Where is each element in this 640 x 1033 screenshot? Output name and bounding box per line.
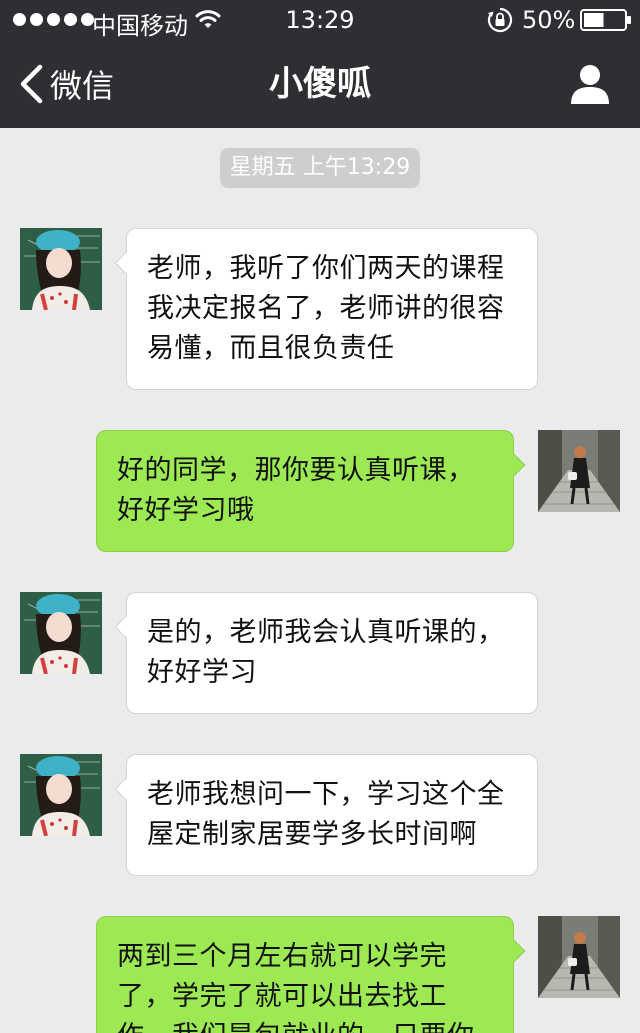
back-label: 微信 bbox=[50, 67, 115, 105]
message-bubble-incoming[interactable]: 老师，我听了你们两天的课程我决定报名了，老师讲的很容易懂，而且很负责任 bbox=[114, 228, 538, 390]
my-avatar[interactable] bbox=[538, 916, 620, 998]
message-text: 好的同学，那你要认真听课，好好学习哦 bbox=[117, 455, 475, 526]
status-bar: 中国移动 13:29 50% bbox=[0, 0, 640, 40]
battery-percent: 50% bbox=[522, 6, 576, 34]
message-bubble-outgoing[interactable]: 两到三个月左右就可以学完了，学完了就可以出去找工作，我们是包就业的，只要你 bbox=[96, 916, 526, 1033]
back-button[interactable]: 微信 bbox=[18, 62, 114, 106]
message-list[interactable]: 星期五 上午13:29 老师，我听了你们两天的课程我决定报名了，老师讲的很容易懂… bbox=[0, 128, 640, 1033]
person-icon[interactable] bbox=[566, 62, 614, 106]
nav-bar: 微信 小傻呱 bbox=[0, 40, 640, 128]
message-bubble-incoming[interactable]: 是的，老师我会认真听课的，好好学习 bbox=[114, 592, 538, 714]
message-text: 两到三个月左右就可以学完了，学完了就可以出去找工作，我们是包就业的，只要你 bbox=[117, 941, 474, 1033]
contact-avatar[interactable] bbox=[20, 754, 102, 836]
chat-screen: 中国移动 13:29 50% 微信 小傻呱 星期五 上午13:29 老师，我听了… bbox=[0, 0, 640, 1033]
chevron-left-icon bbox=[20, 64, 43, 104]
message-bubble-incoming[interactable]: 老师我想问一下，学习这个全屋定制家居要学多长时间啊 bbox=[114, 754, 538, 876]
message-text: 老师我想问一下，学习这个全屋定制家居要学多长时间啊 bbox=[147, 779, 505, 850]
message-bubble-outgoing[interactable]: 好的同学，那你要认真听课，好好学习哦 bbox=[96, 430, 526, 552]
battery-icon bbox=[580, 9, 631, 31]
chat-timestamp: 星期五 上午13:29 bbox=[220, 148, 420, 188]
my-avatar[interactable] bbox=[538, 430, 620, 512]
contact-avatar[interactable] bbox=[20, 592, 102, 674]
contact-avatar[interactable] bbox=[20, 228, 102, 310]
chat-title: 小傻呱 bbox=[269, 64, 371, 104]
message-text: 老师，我听了你们两天的课程我决定报名了，老师讲的很容易懂，而且很负责任 bbox=[147, 253, 505, 364]
header: 中国移动 13:29 50% 微信 小傻呱 bbox=[0, 0, 640, 128]
rotation-lock-icon bbox=[487, 7, 513, 33]
message-text: 是的，老师我会认真听课的，好好学习 bbox=[147, 617, 505, 688]
